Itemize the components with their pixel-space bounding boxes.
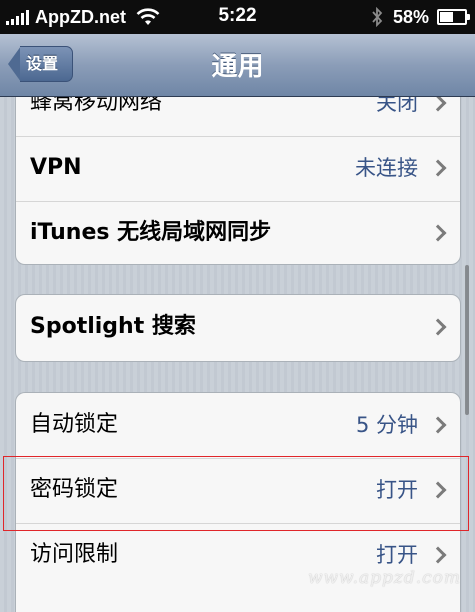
status-right: 58% [371, 6, 470, 28]
row-label: Spotlight 搜索 [30, 314, 196, 339]
settings-group-network: 蜂窝移动网络 关闭 VPN 未连接 iTunes 无线局域网同步 [15, 70, 461, 265]
highlight-annotation-box [3, 456, 469, 531]
row-label: iTunes 无线局域网同步 [30, 220, 272, 245]
row-label: 自动锁定 [30, 412, 119, 437]
chevron-right-icon [429, 416, 447, 434]
battery-nub [467, 14, 470, 20]
chevron-right-icon [429, 159, 447, 177]
settings-group-spotlight: Spotlight 搜索 [15, 294, 461, 362]
scroll-indicator[interactable] [465, 265, 469, 415]
bluetooth-icon [372, 7, 383, 27]
battery-fill [440, 12, 454, 22]
chevron-right-icon [429, 546, 447, 564]
status-bar: AppZD.net 5:22 58% [0, 0, 475, 34]
row-vpn[interactable]: VPN 未连接 [16, 136, 460, 202]
row-auto-lock[interactable]: 自动锁定 5 分钟 [16, 393, 460, 459]
row-value: 未连接 [355, 156, 418, 180]
row-label: VPN [30, 155, 82, 180]
row-itunes-wifi-sync[interactable]: iTunes 无线局域网同步 [16, 201, 460, 264]
chevron-right-icon [429, 224, 447, 242]
watermark: www.appzd.com [307, 568, 461, 588]
chevron-right-icon [429, 318, 447, 336]
row-value: 5 分钟 [355, 413, 418, 437]
row-spotlight-search[interactable]: Spotlight 搜索 [16, 295, 460, 360]
page-title: 通用 [211, 52, 264, 82]
navigation-bar: 设置 通用 [0, 34, 475, 97]
battery-percent: 58% [392, 6, 429, 27]
chevron-right-icon [429, 94, 447, 112]
battery-icon [437, 9, 470, 25]
row-label: 访问限制 [30, 542, 119, 567]
